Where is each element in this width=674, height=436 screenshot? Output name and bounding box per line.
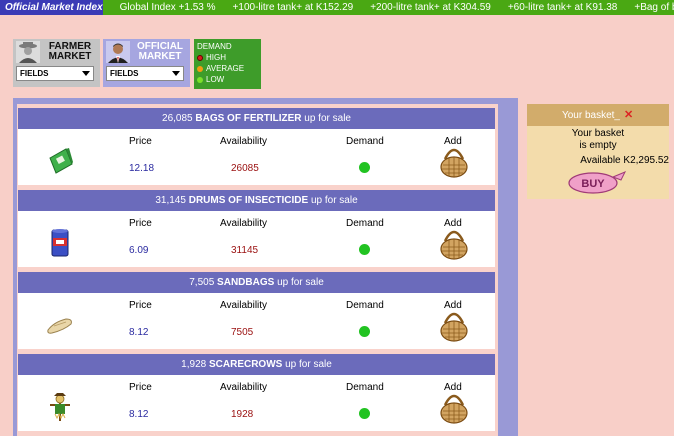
sandbag-icon <box>47 318 72 334</box>
demand-label: Demand <box>346 300 384 311</box>
official-category-select[interactable]: FIELDS <box>106 66 184 81</box>
product-panel: 26,085 BAGS OF FERTILIZER up for sale Pr… <box>13 98 518 436</box>
demand-legend: DEMAND HIGH AVERAGE LOW <box>194 39 261 89</box>
product-header: 7,505 SANDBAGS up for sale <box>18 272 495 293</box>
product-name: BAGS OF FERTILIZER <box>195 113 302 124</box>
demand-indicator <box>359 408 370 419</box>
product-header: 26,085 BAGS OF FERTILIZER up for sale <box>18 108 495 129</box>
buy-button[interactable]: BUY <box>567 169 629 195</box>
product-name: SCARECROWS <box>208 359 283 370</box>
availability-value: 26085 <box>231 163 259 174</box>
availability-value: 1928 <box>231 409 254 420</box>
product-suffix: up for sale <box>304 113 351 124</box>
availability-value: 31145 <box>231 245 259 256</box>
market-ticker: Official Market Index Global Index +1.53… <box>0 0 674 15</box>
availability-value: 7505 <box>231 327 254 338</box>
market-title-line: MARKET <box>48 51 92 62</box>
price-label: Price <box>129 218 152 229</box>
add-to-basket-icon[interactable] <box>439 143 469 178</box>
product-card: 31,145 DRUMS OF INSECTICIDE up for sale … <box>18 190 495 267</box>
product-list[interactable]: 26,085 BAGS OF FERTILIZER up for sale Pr… <box>17 104 498 436</box>
legend-label: HIGH <box>206 53 226 62</box>
legend-item: HIGH <box>197 52 261 63</box>
product-count: 26,085 <box>162 113 193 124</box>
chevron-down-icon <box>82 71 90 76</box>
availability-label: Availability <box>220 300 268 311</box>
product-name: DRUMS OF INSECTICIDE <box>188 195 309 206</box>
basket-title: Your basket_ <box>561 109 620 121</box>
price-label: Price <box>129 300 152 311</box>
price-label: Price <box>129 382 152 393</box>
add-to-basket-icon[interactable] <box>439 389 469 424</box>
demand-label: Demand <box>346 218 384 229</box>
high-demand-dot-icon <box>197 54 203 61</box>
price-value: 8.12 <box>129 409 149 420</box>
demand-label: Demand <box>346 382 384 393</box>
product-card: 1,928 SCARECROWS up for sale Price Avail… <box>18 354 495 431</box>
demand-indicator <box>359 244 370 255</box>
availability-label: Availability <box>220 382 268 393</box>
legend-title: DEMAND <box>197 42 232 51</box>
select-value: FIELDS <box>110 69 139 78</box>
product-header: 1,928 SCARECROWS up for sale <box>18 354 495 375</box>
product-count: 31,145 <box>155 195 186 206</box>
price-value: 12.18 <box>129 163 155 174</box>
product-suffix: up for sale <box>277 277 324 288</box>
ticker-title: Official Market Index <box>0 0 103 15</box>
low-demand-dot-icon <box>197 76 203 83</box>
available-balance: Available K2,295.52 <box>580 155 669 166</box>
availability-label: Availability <box>220 218 268 229</box>
legend-label: LOW <box>206 75 225 84</box>
ticker-item: +Bag of bee <box>634 2 674 13</box>
price-value: 8.12 <box>129 327 149 338</box>
demand-indicator <box>359 326 370 337</box>
ticker-item: +100-litre tank+ at K152.29 <box>232 2 354 13</box>
select-value: FIELDS <box>20 69 49 78</box>
product-suffix: up for sale <box>285 359 332 370</box>
scarecrow-icon <box>50 393 70 421</box>
basket-header: Your basket_ ✕ <box>527 104 669 126</box>
close-icon[interactable]: ✕ <box>624 110 634 121</box>
legend-item: AVERAGE <box>197 63 261 74</box>
farmer-avatar-icon <box>16 41 40 63</box>
average-demand-dot-icon <box>197 65 203 72</box>
product-card: 7,505 SANDBAGS up for sale Price Availab… <box>18 272 495 349</box>
ticker-item: +200-litre tank+ at K304.59 <box>370 2 491 13</box>
add-to-basket-icon[interactable] <box>439 225 469 260</box>
basket-empty-line: Your basket <box>571 128 625 139</box>
basket-empty-line: is empty <box>579 140 617 151</box>
insecticide-drum-icon <box>51 229 69 257</box>
legend-label: AVERAGE <box>206 64 245 73</box>
product-header: 31,145 DRUMS OF INSECTICIDE up for sale <box>18 190 495 211</box>
chevron-down-icon <box>172 71 180 76</box>
product-count: 7,505 <box>189 277 215 288</box>
farmer-market-tab[interactable]: FARMER MARKET FIELDS <box>13 39 100 87</box>
basket-panel: Your basket_ ✕ Your basket is empty Avai… <box>527 104 669 199</box>
ticker-item: Global Index +1.53 % <box>119 2 216 13</box>
product-name: SANDBAGS <box>217 277 275 288</box>
product-card: 26,085 BAGS OF FERTILIZER up for sale Pr… <box>18 108 495 185</box>
product-count: 1,928 <box>181 359 207 370</box>
product-suffix: up for sale <box>310 195 358 206</box>
add-to-basket-icon[interactable] <box>439 307 469 342</box>
availability-label: Availability <box>220 136 268 147</box>
basket-empty-message: Your basket is empty <box>527 128 669 152</box>
buy-label: BUY <box>581 178 605 190</box>
market-title-line: MARKET <box>138 51 182 62</box>
price-label: Price <box>129 136 152 147</box>
farmer-category-select[interactable]: FIELDS <box>16 66 94 81</box>
official-avatar-icon <box>106 41 130 63</box>
legend-item: LOW <box>197 74 261 85</box>
ticker-item: +60-litre tank+ at K91.38 <box>507 2 618 13</box>
fertilizer-bag-icon <box>49 148 73 174</box>
demand-indicator <box>359 162 370 173</box>
price-value: 6.09 <box>129 245 149 256</box>
demand-label: Demand <box>346 136 384 147</box>
official-market-tab[interactable]: OFFICIAL MARKET FIELDS <box>103 39 190 87</box>
